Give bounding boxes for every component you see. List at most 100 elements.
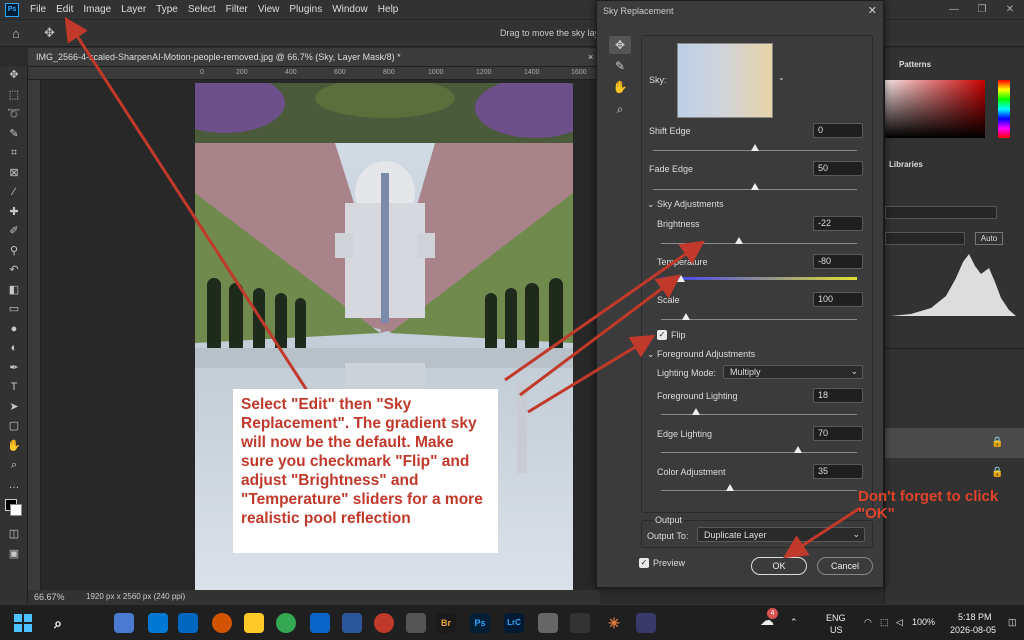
menu-file[interactable]: File bbox=[25, 0, 51, 19]
show-hidden-icons[interactable]: ⌃ bbox=[790, 617, 798, 628]
shape-icon[interactable]: ▢ bbox=[0, 417, 28, 437]
more-tools-icon[interactable]: … bbox=[0, 476, 28, 496]
hue-slider[interactable] bbox=[998, 80, 1010, 138]
menu-view[interactable]: View bbox=[253, 0, 285, 19]
shift-edge-value[interactable]: 0 bbox=[813, 123, 863, 138]
wifi-icon[interactable]: ◠ bbox=[864, 617, 872, 628]
sky-brush-icon[interactable]: ✎ bbox=[609, 57, 631, 75]
crop-icon[interactable]: ⌗ bbox=[0, 144, 28, 164]
lightroom-icon[interactable]: LrC bbox=[504, 613, 524, 633]
foreground-adjustments-header[interactable]: ⌄ Foreground Adjustments bbox=[647, 349, 755, 360]
color-adjustment-value[interactable]: 35 bbox=[813, 464, 863, 479]
menu-window[interactable]: Window bbox=[327, 0, 373, 19]
lock-icon[interactable]: 🔒 bbox=[991, 467, 1003, 478]
word-icon[interactable] bbox=[342, 613, 362, 633]
dodge-icon[interactable]: ◐ bbox=[0, 339, 28, 359]
zoom-icon[interactable]: ⌕ bbox=[0, 456, 28, 476]
start-icon[interactable] bbox=[14, 614, 32, 632]
store-icon[interactable] bbox=[178, 613, 198, 633]
path-select-icon[interactable]: ➤ bbox=[0, 398, 28, 418]
photoshop-icon[interactable]: Ps bbox=[470, 613, 490, 633]
color-swatches-icon[interactable] bbox=[0, 495, 28, 525]
quick-mask-icon[interactable]: ◫ bbox=[0, 525, 28, 545]
gradient-icon[interactable]: ▭ bbox=[0, 300, 28, 320]
menu-type[interactable]: Type bbox=[151, 0, 183, 19]
foreground-lighting-slider[interactable] bbox=[692, 408, 701, 415]
output-to-select[interactable]: Duplicate Layer ⌄ bbox=[697, 527, 865, 542]
shift-edge-slider[interactable] bbox=[751, 144, 759, 151]
pen-icon[interactable]: ✒ bbox=[0, 359, 28, 379]
stamp-icon[interactable]: ⚲ bbox=[0, 242, 28, 262]
edge-lighting-slider[interactable] bbox=[794, 446, 803, 453]
sky-dropdown-chevron-icon[interactable]: ⌄ bbox=[778, 73, 785, 82]
fade-edge-value[interactable]: 50 bbox=[813, 161, 863, 176]
sky-preset-thumbnail[interactable] bbox=[677, 43, 773, 118]
channel-select[interactable] bbox=[885, 206, 997, 219]
clock-date[interactable]: 2026-08-05 bbox=[950, 625, 996, 636]
menu-plugins[interactable]: Plugins bbox=[284, 0, 327, 19]
type-icon[interactable]: T bbox=[0, 378, 28, 398]
brush-icon[interactable]: ✐ bbox=[0, 222, 28, 242]
app-icon[interactable] bbox=[374, 613, 394, 633]
lock-icon[interactable]: 🔒 bbox=[991, 437, 1003, 448]
menu-select[interactable]: Select bbox=[183, 0, 221, 19]
home-icon[interactable]: ⌂ bbox=[12, 26, 20, 41]
app-icon[interactable] bbox=[636, 613, 656, 633]
language-top[interactable]: ENG bbox=[826, 613, 846, 624]
dialog-close-button[interactable]: ✕ bbox=[868, 4, 877, 17]
volume-icon[interactable]: ◁ bbox=[896, 617, 903, 628]
app-icon[interactable] bbox=[570, 613, 590, 633]
menu-edit[interactable]: Edit bbox=[51, 0, 78, 19]
scale-slider[interactable] bbox=[682, 313, 691, 320]
sky-adjustments-header[interactable]: ⌄ Sky Adjustments bbox=[647, 199, 724, 210]
calculator-icon[interactable] bbox=[538, 613, 558, 633]
app-icon[interactable]: ✳ bbox=[604, 613, 624, 633]
menu-filter[interactable]: Filter bbox=[221, 0, 253, 19]
move-icon[interactable]: ✥ bbox=[0, 66, 28, 86]
healing-icon[interactable]: ✚ bbox=[0, 203, 28, 223]
zoom-icon[interactable]: ⌕ bbox=[609, 100, 631, 118]
bridge-icon[interactable]: Br bbox=[436, 613, 456, 633]
scale-value[interactable]: 100 bbox=[813, 292, 863, 307]
zoom-level[interactable]: 66.67% bbox=[34, 592, 65, 602]
eraser-icon[interactable]: ◧ bbox=[0, 281, 28, 301]
window-close-button[interactable]: ✕ bbox=[996, 0, 1024, 19]
search-icon[interactable]: ⌕ bbox=[48, 613, 68, 633]
eyedropper-icon[interactable]: ⁄ bbox=[0, 183, 28, 203]
close-document-icon[interactable]: × bbox=[588, 52, 593, 62]
foreground-lighting-value[interactable]: 18 bbox=[813, 388, 863, 403]
minimize-button[interactable]: — bbox=[940, 0, 968, 19]
app-icon[interactable] bbox=[406, 613, 426, 633]
chrome-icon[interactable] bbox=[276, 613, 296, 633]
auto-button[interactable]: Auto bbox=[975, 232, 1003, 245]
firefox-icon[interactable] bbox=[212, 613, 232, 633]
clock-time[interactable]: 5:18 PM bbox=[958, 612, 992, 623]
tab-patterns[interactable]: Patterns bbox=[899, 60, 931, 69]
color-adjustment-slider[interactable] bbox=[725, 484, 734, 491]
brightness-slider[interactable] bbox=[735, 237, 744, 244]
lighting-mode-select[interactable]: Multiply ⌄ bbox=[723, 365, 863, 379]
menu-help[interactable]: Help bbox=[373, 0, 404, 19]
battery-level[interactable]: 100% bbox=[912, 617, 935, 628]
edge-icon[interactable] bbox=[148, 613, 168, 633]
document-tab[interactable]: IMG_2566-4-scaled-SharpenAI-Motion-peopl… bbox=[28, 48, 600, 67]
history-brush-icon[interactable]: ↶ bbox=[0, 261, 28, 281]
marquee-icon[interactable]: ⬚ bbox=[0, 86, 28, 106]
flip-checkbox[interactable]: ✓ bbox=[657, 330, 667, 340]
outlook-icon[interactable] bbox=[310, 613, 330, 633]
tab-libraries[interactable]: Libraries bbox=[889, 160, 923, 169]
edge-lighting-value[interactable]: 70 bbox=[813, 426, 863, 441]
lasso-icon[interactable]: ➰ bbox=[0, 105, 28, 125]
notifications-icon[interactable]: ◫ bbox=[1008, 617, 1017, 628]
fade-edge-slider[interactable] bbox=[751, 183, 759, 190]
move-tool-icon[interactable]: ✥ bbox=[44, 25, 55, 41]
hand-icon[interactable]: ✋ bbox=[609, 78, 631, 96]
blur-icon[interactable]: ● bbox=[0, 320, 28, 340]
frame-icon[interactable]: ⊠ bbox=[0, 164, 28, 184]
preview-checkbox[interactable]: ✓ bbox=[639, 558, 649, 568]
hand-icon[interactable]: ✋ bbox=[0, 437, 28, 457]
sky-move-icon[interactable]: ✥ bbox=[609, 36, 631, 54]
ok-button[interactable]: OK bbox=[751, 557, 807, 575]
language-bottom[interactable]: US bbox=[830, 625, 843, 636]
files-icon[interactable] bbox=[244, 613, 264, 633]
